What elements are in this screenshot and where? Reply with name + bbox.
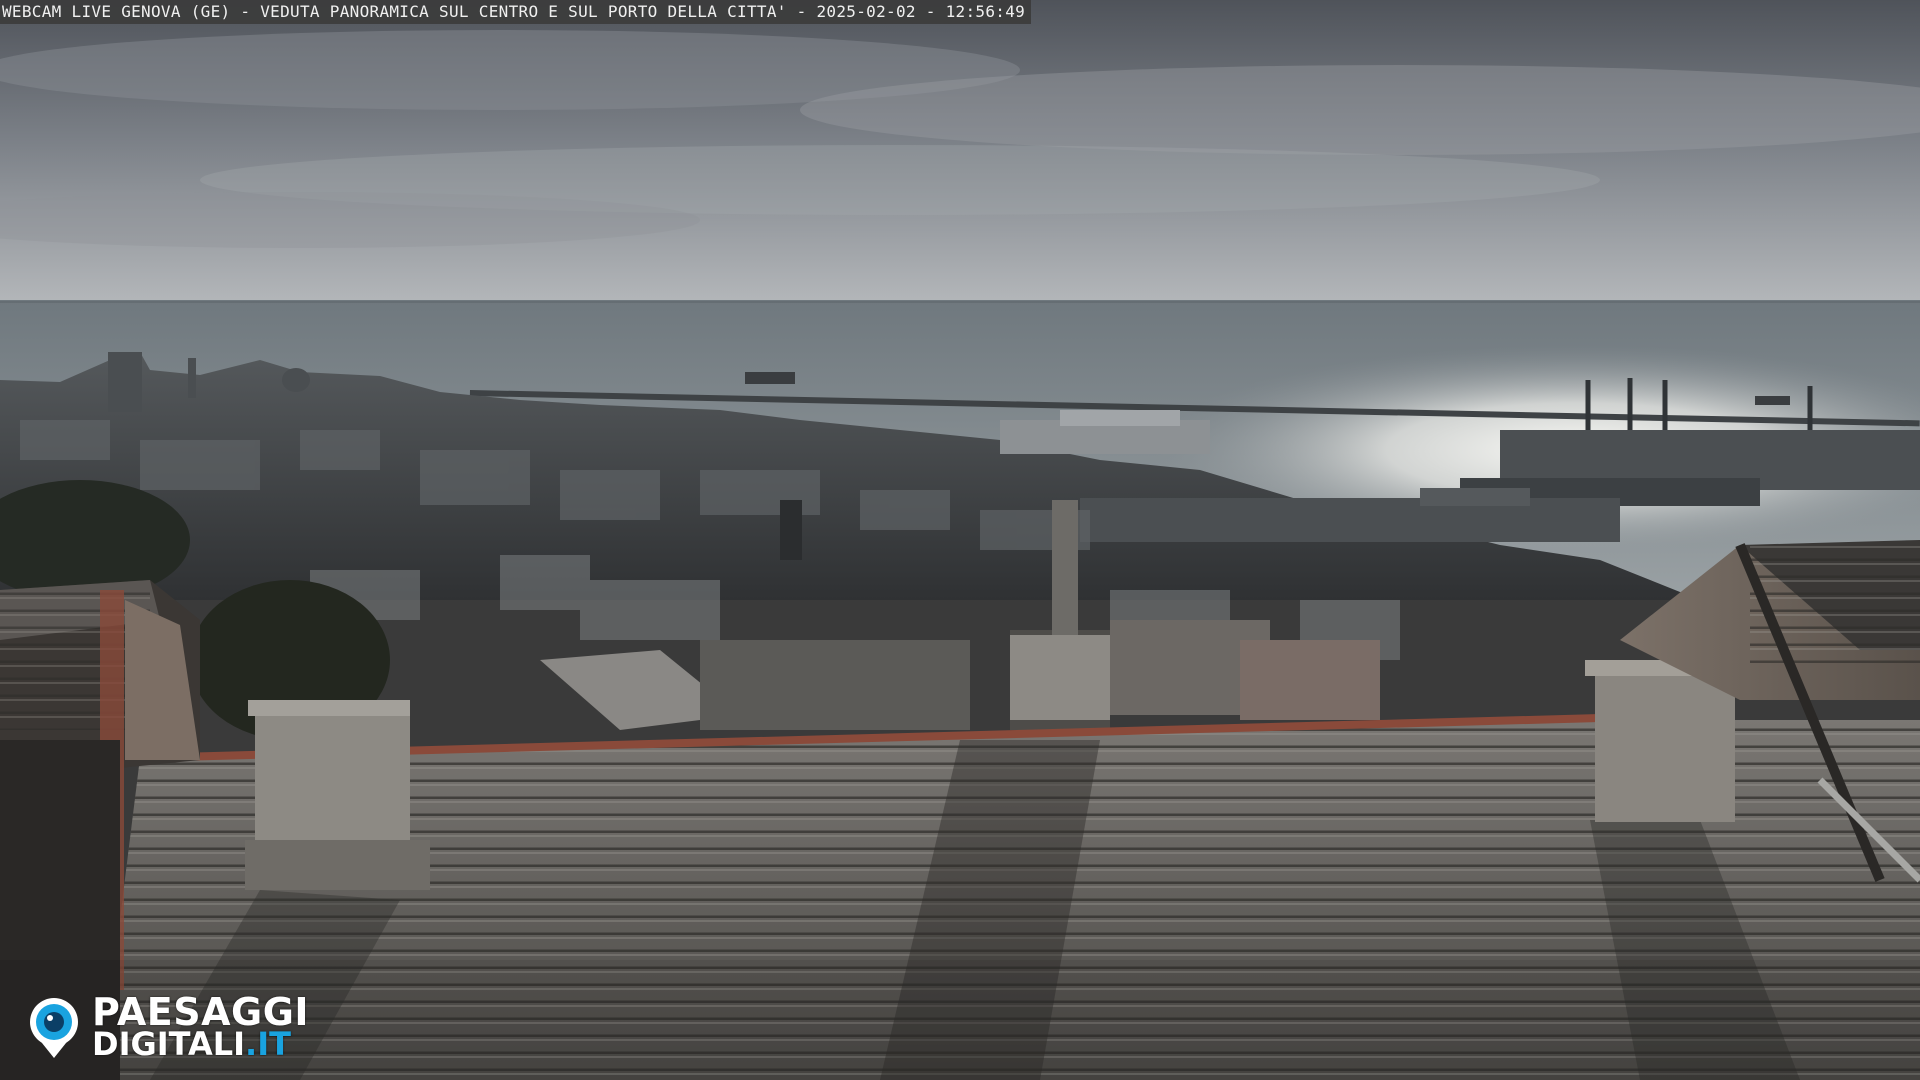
webcam-caption: WEBCAM LIVE GENOVA (GE) - VEDUTA PANORAM… [0,0,1032,24]
brand-subname: DIGITALI.IT [92,1026,291,1062]
webcam-frame: WEBCAM LIVE GENOVA (GE) - VEDUTA PANORAM… [0,0,1920,1080]
brand-tld: .IT [245,1025,291,1063]
webcam-image [0,0,1920,1080]
brand-logo: PAESAGGI DIGITALI.IT [26,992,336,1062]
brand-subname-main: DIGITALI [92,1025,246,1063]
eye-pin-icon [30,998,78,1058]
